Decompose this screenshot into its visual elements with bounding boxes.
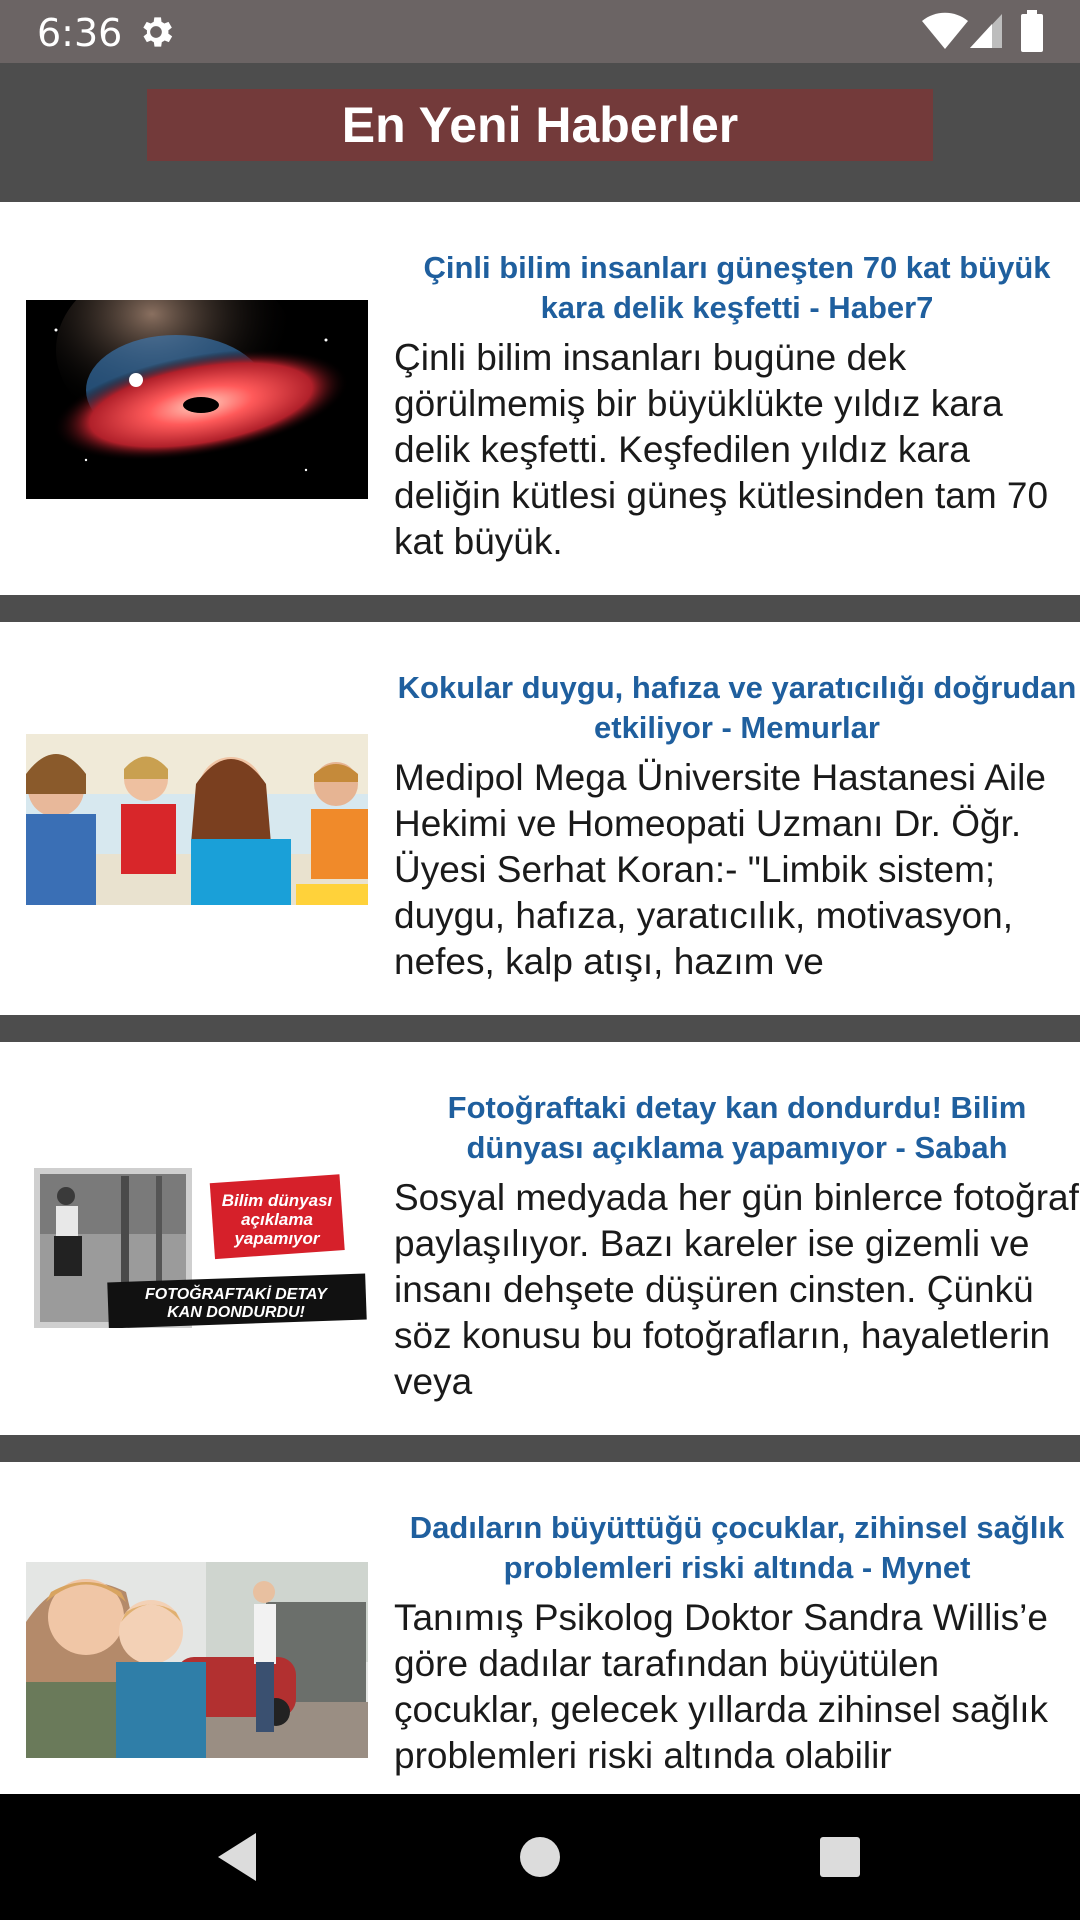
back-icon[interactable] xyxy=(212,1829,268,1885)
article-summary: Sosyal medyada her gün binlerce fotoğraf… xyxy=(394,1177,1079,1402)
news-card[interactable]: Çinli bilim insanları güneşten 70 kat bü… xyxy=(0,202,1080,595)
page-title: En Yeni Haberler xyxy=(341,97,739,153)
article-summary: Tanımış Psikolog Doktor Sandra Willis’e … xyxy=(394,1597,1048,1776)
black-hole-image[interactable] xyxy=(26,300,368,499)
svg-text:FOTOĞRAFTAKİ DETAY: FOTOĞRAFTAKİ DETAY xyxy=(145,1284,328,1303)
gear-icon xyxy=(143,17,173,47)
navigation-bar xyxy=(0,1794,1080,1920)
svg-text:açıklama: açıklama xyxy=(241,1210,313,1229)
article-headline[interactable]: Çinli bilim insanları güneşten 70 kat bü… xyxy=(394,248,1080,328)
news-card[interactable]: Bilim dünyası açıklama yapamıyor FOTOĞRA… xyxy=(0,1042,1080,1435)
news-card[interactable]: Dadıların büyüttüğü çocuklar, zihinsel s… xyxy=(0,1462,1080,1794)
nanny-child-image[interactable] xyxy=(26,1562,368,1758)
svg-text:KAN DONDURDU!: KAN DONDURDU! xyxy=(167,1304,305,1321)
svg-text:Bilim dünyası: Bilim dünyası xyxy=(222,1191,333,1210)
article-summary: Medipol Mega Üniversite Hastanesi Aile H… xyxy=(394,757,1046,982)
news-list[interactable]: Çinli bilim insanları güneşten 70 kat bü… xyxy=(0,202,1080,1794)
recents-icon[interactable] xyxy=(812,1829,868,1885)
article-headline[interactable]: Fotoğraftaki detay kan dondurdu! Bilim d… xyxy=(394,1088,1080,1168)
article-headline[interactable]: Dadıların büyüttüğü çocuklar, zihinsel s… xyxy=(394,1508,1080,1588)
status-bar: 6:36 xyxy=(0,0,1080,63)
article-headline[interactable]: Kokular duygu, hafıza ve yaratıcılığı do… xyxy=(394,668,1080,748)
news-card[interactable]: Kokular duygu, hafıza ve yaratıcılığı do… xyxy=(0,622,1080,1015)
title-banner: En Yeni Haberler xyxy=(147,89,933,161)
children-image[interactable] xyxy=(26,734,368,905)
old-photo-image[interactable]: Bilim dünyası açıklama yapamıyor FOTOĞRA… xyxy=(26,1156,368,1328)
app-bar: En Yeni Haberler xyxy=(0,63,1080,202)
battery-icon xyxy=(1021,10,1043,52)
wifi-icon xyxy=(922,12,968,49)
status-time: 6:36 xyxy=(37,11,123,55)
svg-text:yapamıyor: yapamıyor xyxy=(233,1229,320,1248)
article-summary: Çinli bilim insanları bugüne dek görülme… xyxy=(394,337,1049,562)
home-icon[interactable] xyxy=(512,1829,568,1885)
cell-signal-icon xyxy=(970,14,1002,48)
